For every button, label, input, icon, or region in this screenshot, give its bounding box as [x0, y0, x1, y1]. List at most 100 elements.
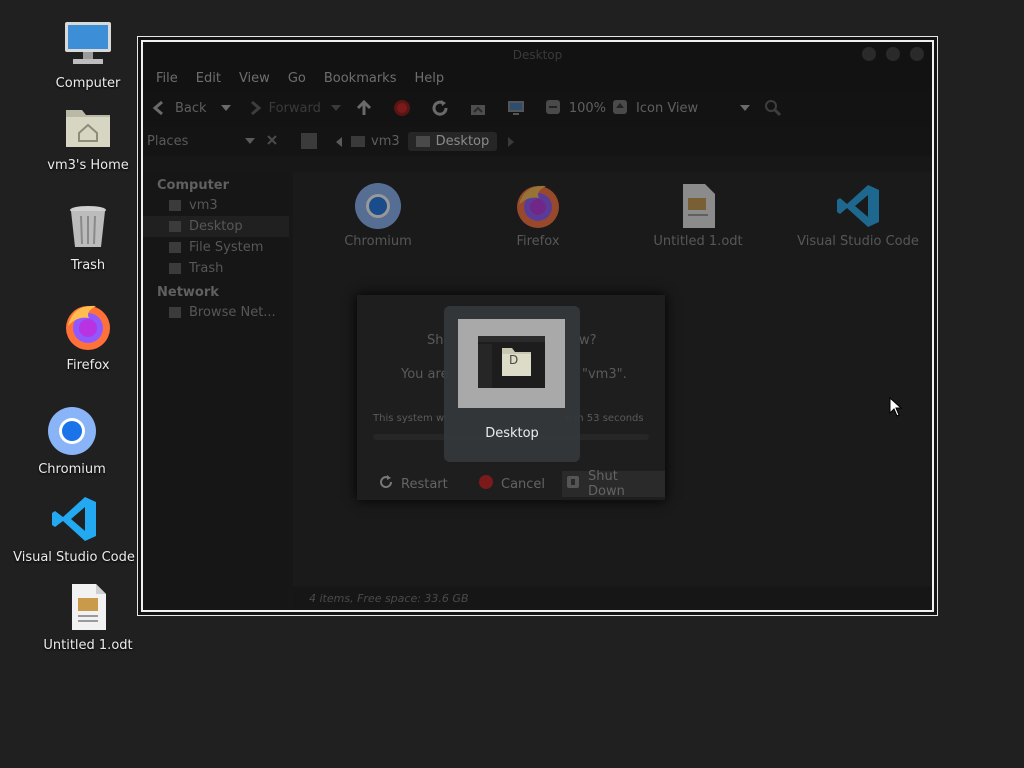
file-item-vscode[interactable]: Visual Studio Code [783, 182, 932, 249]
menu-help[interactable]: Help [405, 68, 453, 90]
desktop-icon-computer[interactable]: Computer [23, 20, 153, 91]
home-button[interactable] [469, 99, 493, 117]
maximize-button[interactable] [886, 47, 900, 61]
firefox-icon [514, 182, 562, 230]
places-label: Places [147, 133, 189, 149]
menu-bookmarks[interactable]: Bookmarks [315, 68, 406, 90]
home-folder-icon [169, 200, 181, 211]
chevron-down-icon[interactable] [740, 101, 751, 116]
desktop-icon-label: Computer [55, 76, 121, 91]
chevron-left-icon[interactable] [335, 132, 343, 151]
thumb-letter: D [509, 353, 519, 367]
places-sidebar: Computer vm3 Desktop File System Trash N… [143, 172, 289, 610]
mouse-cursor-icon [889, 396, 903, 417]
window-switcher: D Desktop [444, 306, 580, 462]
back-label: Back [175, 100, 207, 116]
desktop-icon-trash[interactable]: Trash [23, 202, 153, 273]
file-item-chromium[interactable]: Chromium [303, 182, 453, 249]
location-bar: Places vm3 Desktop [143, 126, 932, 156]
stop-icon [393, 99, 411, 117]
window-titlebar[interactable]: Desktop [143, 42, 932, 68]
document-icon [63, 582, 113, 632]
home-icon [469, 99, 487, 117]
up-button[interactable] [355, 99, 379, 117]
zoom-in-icon [612, 99, 630, 117]
edit-location-icon[interactable] [301, 133, 317, 149]
chevron-down-icon[interactable] [220, 101, 231, 116]
zoom-out-icon [545, 99, 563, 117]
close-icon[interactable] [267, 134, 277, 149]
sidebar-item-file-system[interactable]: File System [143, 237, 289, 258]
folder-icon [169, 221, 181, 232]
desktop-icon-label: vm3's Home [47, 158, 129, 173]
desktop-icon-firefox[interactable]: Firefox [23, 302, 153, 373]
dialog-message-left: You are [401, 367, 449, 382]
arrow-left-icon [151, 99, 169, 117]
vscode-icon [834, 182, 882, 230]
computer-icon [63, 20, 113, 70]
sidebar-item-vm3[interactable]: vm3 [143, 195, 289, 216]
restart-button[interactable]: Restart [379, 471, 448, 497]
desktop-icon-home[interactable]: vm3's Home [23, 102, 153, 173]
zoom-out-button[interactable]: 100% [545, 99, 606, 117]
view-mode-select[interactable]: Icon View [636, 101, 698, 116]
menu-go[interactable]: Go [279, 68, 315, 90]
menu-edit[interactable]: Edit [187, 68, 230, 90]
zoom-in-button[interactable]: Icon View [612, 99, 751, 117]
minimize-button[interactable] [862, 47, 876, 61]
document-icon [674, 182, 722, 230]
close-button[interactable] [910, 47, 924, 61]
dialog-title-right: w? [579, 333, 597, 348]
chevron-down-icon[interactable] [245, 134, 255, 149]
firefox-icon [63, 302, 113, 352]
breadcrumb-desktop[interactable]: Desktop [407, 131, 498, 151]
folder-icon [415, 135, 430, 147]
chevron-down-icon[interactable] [330, 101, 341, 116]
back-button[interactable]: Back [151, 99, 231, 117]
dialog-title-left: Sh [427, 333, 444, 348]
toolbar: Back Forward 100% Icon View [143, 90, 932, 126]
search-button[interactable] [764, 99, 788, 117]
menu-file[interactable]: File [147, 68, 187, 90]
menu-bar: File Edit View Go Bookmarks Help [143, 68, 932, 90]
chromium-icon [47, 406, 97, 456]
shut-down-button[interactable]: Shut Down [562, 469, 665, 499]
desktop-icon-label: Visual Studio Code [13, 550, 135, 565]
computer-button[interactable] [507, 99, 531, 117]
trash-icon [169, 263, 181, 274]
desktop-icon-chromium[interactable]: Chromium [7, 406, 137, 477]
network-icon [169, 307, 181, 318]
file-item-document[interactable]: Untitled 1.odt [623, 182, 773, 249]
forward-button[interactable]: Forward [245, 99, 341, 117]
dialog-message-right: "vm3". [582, 367, 627, 382]
sidebar-item-browse-network[interactable]: Browse Net... [143, 302, 289, 323]
switcher-selected-window[interactable]: D [458, 319, 565, 408]
vscode-icon [49, 494, 99, 544]
status-bar: 4 items, Free space: 33.6 GB [293, 588, 932, 610]
desktop-icon-vscode[interactable]: Visual Studio Code [9, 494, 139, 565]
file-item-firefox[interactable]: Firefox [463, 182, 613, 249]
menu-view[interactable]: View [230, 68, 279, 90]
monitor-icon [507, 99, 525, 117]
stop-button[interactable] [393, 99, 417, 117]
arrow-right-icon [245, 99, 263, 117]
sidebar-heading-computer: Computer [157, 178, 230, 193]
window-title: Desktop [512, 48, 563, 62]
desktop-icon-document[interactable]: Untitled 1.odt [23, 582, 153, 653]
reload-icon [431, 99, 449, 117]
desktop-icon-label: Trash [70, 258, 106, 273]
places-selector[interactable]: Places [143, 129, 281, 153]
sidebar-item-desktop[interactable]: Desktop [143, 216, 289, 237]
search-icon [764, 99, 782, 117]
desktop-icon-label: Untitled 1.odt [43, 638, 133, 653]
dialog-timer-left: This system wi [373, 413, 447, 424]
breadcrumb-vm3[interactable]: vm3 [351, 134, 400, 149]
desktop-icon-label: Chromium [38, 462, 106, 477]
sidebar-heading-network: Network [157, 285, 219, 300]
chromium-icon [354, 182, 402, 230]
arrow-up-icon [355, 99, 373, 117]
cancel-button[interactable]: Cancel [479, 471, 545, 497]
reload-button[interactable] [431, 99, 455, 117]
sidebar-item-trash[interactable]: Trash [143, 258, 289, 279]
chevron-right-icon[interactable] [507, 132, 515, 151]
